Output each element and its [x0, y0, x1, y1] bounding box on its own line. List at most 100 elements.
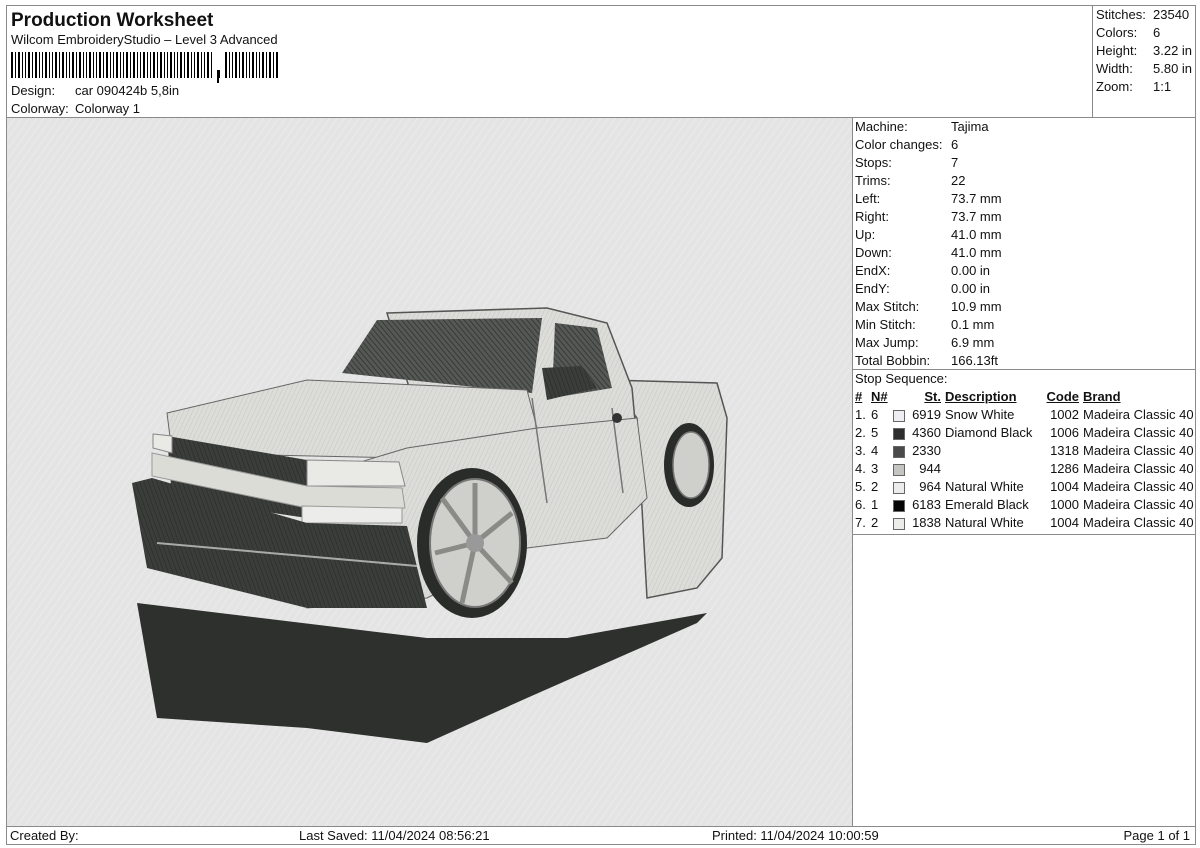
page-number: Page 1 of 1 [1123, 828, 1191, 843]
stop-sequence-title: Stop Sequence: [855, 371, 948, 386]
barcode [11, 52, 278, 83]
machine-info-row: Machine: Tajima [855, 119, 989, 134]
thread-swatch [893, 460, 909, 478]
table-row: 5. 2 964 Natural White 1004 Madeira Classic 4… [853, 478, 1194, 496]
thread-brand: Madeira Classic 40 [1083, 425, 1194, 440]
thread-code: 1004 [1050, 515, 1079, 530]
machine-info-panel: Machine: Tajima Color changes: 6 Stops: 7 T… [852, 118, 1196, 370]
thread-brand: Madeira Classic 40 [1083, 443, 1194, 458]
needle-number: 6 [871, 407, 879, 422]
stitch-count: 4360 [912, 425, 941, 440]
thread-description [945, 442, 1041, 460]
needle-number: 4 [871, 443, 879, 458]
col-header-description: Description [945, 389, 1017, 404]
thread-swatch [893, 424, 909, 442]
row-number: 5. [855, 479, 866, 494]
needle-number: 2 [871, 515, 879, 530]
needle-number: 3 [871, 461, 879, 476]
thread-brand: Madeira Classic 40 [1083, 461, 1194, 476]
needle-number: 1 [871, 497, 879, 512]
colorway-value: Colorway 1 [75, 101, 141, 116]
summary-row: Height: 3.22 in [1096, 43, 1193, 58]
last-saved: Last Saved: 11/04/2024 08:56:21 [299, 828, 490, 843]
stitch-count: 1838 [912, 515, 941, 530]
table-row: 7. 2 1838 Natural White 1004 Madeira Classic … [853, 514, 1194, 532]
machine-info-row: Color changes: 6 [855, 137, 959, 152]
stitch-count: 964 [919, 479, 941, 494]
row-number: 4. [855, 461, 866, 476]
machine-info-row: Total Bobbin: 166.13ft [855, 353, 998, 368]
row-number: 3. [855, 443, 866, 458]
table-row: 4. 3 944 1286 Madeira Classic 40 [853, 460, 1194, 478]
summary-row: Zoom: 1:1 [1096, 79, 1172, 94]
thread-brand: Madeira Classic 40 [1083, 479, 1194, 494]
summary-panel: Stitches: 23540 Colors: 6 Height: 3.22 in W… [1092, 5, 1196, 118]
printed-date: Printed: 11/04/2024 10:00:59 [712, 828, 879, 843]
thread-swatch [893, 478, 909, 496]
col-header-swatch [893, 388, 909, 406]
thread-swatch [893, 496, 909, 514]
thread-swatch [893, 406, 909, 424]
thread-code: 1002 [1050, 407, 1079, 422]
thread-code: 1318 [1050, 443, 1079, 458]
needle-number: 2 [871, 479, 879, 494]
table-row: 1. 6 6919 Snow White 1002 Madeira Classic 40 [853, 406, 1194, 424]
color-swatch [893, 445, 905, 458]
stitch-count: 6919 [912, 407, 941, 422]
needle-number: 5 [871, 425, 879, 440]
thread-description: Snow White [945, 407, 1015, 422]
stop-sequence-panel: Stop Sequence: # N# St. Description Code… [852, 369, 1196, 535]
thread-code: 1000 [1050, 497, 1079, 512]
col-header-needle: N# [871, 389, 888, 404]
thread-brand: Madeira Classic 40 [1083, 407, 1194, 422]
design-value: car 090424b 5,8in [75, 83, 180, 98]
col-header-code: Code [1046, 389, 1080, 404]
worksheet-title: Production Worksheet [11, 10, 214, 31]
color-swatch [893, 499, 905, 512]
machine-info-row: Up: 41.0 mm [855, 227, 1002, 242]
summary-row: Stitches: 23540 [1096, 7, 1190, 22]
design-row: Design: car 090424b 5,8in [11, 83, 179, 98]
col-header-stitches: St. [924, 389, 941, 404]
summary-row: Colors: 6 [1096, 25, 1161, 40]
machine-info-row: EndY: 0.00 in [855, 281, 991, 296]
row-number: 7. [855, 515, 866, 530]
machine-info-row: EndX: 0.00 in [855, 263, 991, 278]
stitch-count: 6183 [912, 497, 941, 512]
machine-info-row: Trims: 22 [855, 173, 966, 188]
thread-brand: Madeira Classic 40 [1083, 515, 1194, 530]
thread-swatch [893, 514, 909, 532]
thread-description: Natural White [945, 515, 1024, 530]
table-row: 2. 5 4360 Diamond Black 1006 Madeira Classic … [853, 424, 1194, 442]
thread-description: Diamond Black [945, 425, 1033, 440]
machine-info-row: Left: 73.7 mm [855, 191, 1002, 206]
color-swatch [893, 409, 905, 422]
col-header-brand: Brand [1083, 389, 1121, 404]
machine-info-row: Max Stitch: 10.9 mm [855, 299, 1002, 314]
design-preview [6, 118, 853, 827]
thread-brand: Madeira Classic 40 [1083, 497, 1194, 512]
colorway-row: Colorway: Colorway 1 [11, 101, 140, 116]
thread-swatch [893, 442, 909, 460]
thread-code: 1006 [1050, 425, 1079, 440]
table-row: 6. 1 6183 Emerald Black 1000 Madeira Classic … [853, 496, 1194, 514]
colorway-label: Colorway: [11, 101, 69, 116]
machine-info-row: Down: 41.0 mm [855, 245, 1002, 260]
thread-description: Natural White [945, 479, 1024, 494]
created-by: Created By: [10, 828, 79, 843]
col-header-num: # [855, 389, 863, 404]
table-header-row: # N# St. Description Code Brand [853, 388, 1194, 406]
stitch-count: 944 [919, 461, 941, 476]
design-label: Design: [11, 83, 56, 98]
machine-info-row: Max Jump: 6.9 mm [855, 335, 995, 350]
summary-row: Width: 5.80 in [1096, 61, 1193, 76]
color-swatch [893, 463, 905, 476]
color-swatch [893, 481, 905, 494]
machine-info-row: Min Stitch: 0.1 mm [855, 317, 995, 332]
blank-panel [852, 534, 1196, 827]
software-name: Wilcom EmbroideryStudio – Level 3 Advanc… [11, 32, 278, 47]
thread-code: 1004 [1050, 479, 1079, 494]
thread-description: Emerald Black [945, 497, 1029, 512]
row-number: 6. [855, 497, 866, 512]
embroidery-preview-image [7, 118, 852, 826]
